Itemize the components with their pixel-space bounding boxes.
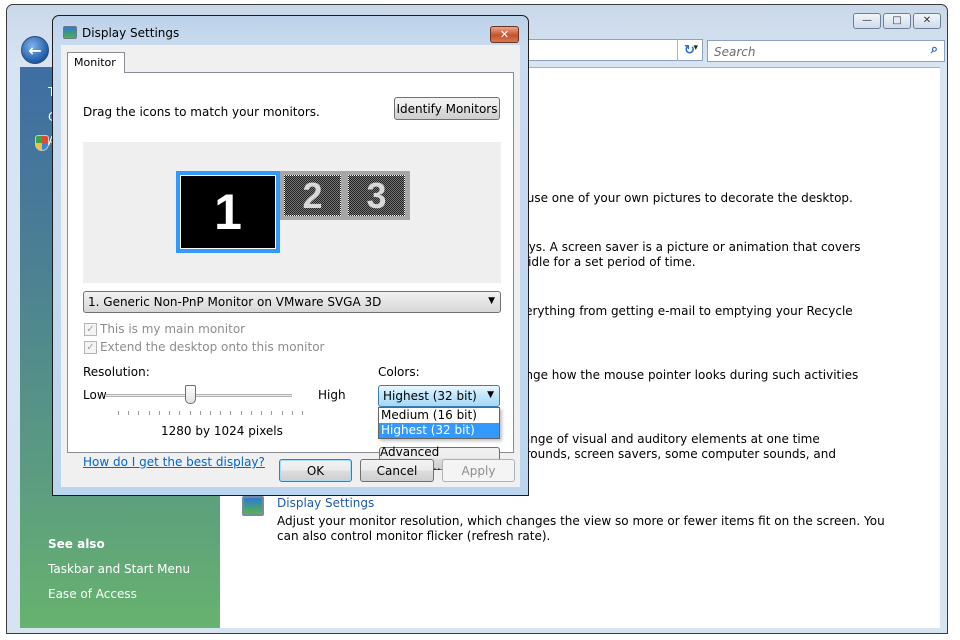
tab-monitor[interactable]: Monitor <box>67 52 125 73</box>
resolution-high-label: High <box>318 388 346 402</box>
slider-tick <box>179 411 181 415</box>
minimize-button[interactable]: — <box>853 13 881 29</box>
back-arrow-icon: ← <box>28 40 42 60</box>
display-settings-description: can also control monitor flicker (refres… <box>277 529 551 543</box>
slider-tick <box>128 411 130 415</box>
colors-option-32bit[interactable]: Highest (32 bit) <box>379 423 499 438</box>
cancel-button[interactable]: Cancel <box>360 459 434 482</box>
back-button[interactable]: ← <box>21 36 49 64</box>
slider-tick <box>230 411 232 415</box>
sidebar-link-taskbar[interactable]: Taskbar and Start Menu <box>48 562 190 576</box>
display-settings-dialog: Display Settings ✕ Monitor Drag the icon… <box>52 15 529 496</box>
slider-tick <box>271 411 273 415</box>
slider-tick <box>158 411 160 415</box>
search-input[interactable]: Search ⌕ <box>707 40 945 62</box>
maximize-button[interactable]: □ <box>883 13 911 29</box>
colors-select[interactable]: Highest (32 bit) ▼ <box>378 385 500 407</box>
monitor-select-value: 1. Generic Non-PnP Monitor on VMware SVG… <box>88 295 382 309</box>
slider-tick <box>261 411 263 415</box>
slider-tick <box>169 411 171 415</box>
resolution-slider-track[interactable] <box>106 394 292 397</box>
close-icon: ✕ <box>499 28 510 41</box>
colors-dropdown-list: Medium (16 bit) Highest (32 bit) <box>378 407 500 439</box>
ok-button[interactable]: OK <box>279 459 352 482</box>
slider-tick <box>199 411 201 415</box>
monitor-arrangement-area: 1 2 3 <box>83 142 501 283</box>
search-placeholder: Search <box>714 45 756 59</box>
monitor-tab-panel: Drag the icons to match your monitors. I… <box>67 72 514 473</box>
colors-option-16bit[interactable]: Medium (16 bit) <box>379 408 499 423</box>
slider-tick <box>291 411 293 415</box>
monitor-3-icon[interactable]: 3 <box>348 175 405 216</box>
task-description: verything from getting e-mail to emptyin… <box>518 304 853 318</box>
slider-tick <box>250 411 252 415</box>
slider-tick <box>302 411 303 415</box>
dialog-body: Monitor Drag the icons to match your mon… <box>61 45 520 487</box>
slider-tick <box>281 411 283 415</box>
slider-tick <box>220 411 222 415</box>
slider-tick <box>240 411 242 415</box>
display-settings-icon <box>63 26 77 39</box>
colors-label: Colors: <box>378 365 420 379</box>
dialog-close-button[interactable]: ✕ <box>490 26 519 43</box>
address-bar[interactable]: ▾ <box>507 39 703 61</box>
dialog-title: Display Settings <box>82 26 180 40</box>
display-settings-description: Adjust your monitor resolution, which ch… <box>277 514 885 528</box>
monitor-1-icon[interactable]: 1 <box>176 171 280 253</box>
monitor-select[interactable]: 1. Generic Non-PnP Monitor on VMware SVG… <box>83 291 501 313</box>
chevron-down-icon: ▼ <box>487 390 494 400</box>
resolution-value: 1280 by 1024 pixels <box>161 424 283 438</box>
window-caption-buttons: — □ ✕ <box>853 13 941 29</box>
see-also-heading: See also <box>48 537 105 551</box>
task-description: r use one of your own pictures to decora… <box>518 191 853 205</box>
slider-tick <box>118 411 119 415</box>
task-description: grounds, screen savers, some computer so… <box>518 447 836 461</box>
chevron-down-icon: ▼ <box>488 296 495 306</box>
sidebar-link-ease-of-access[interactable]: Ease of Access <box>48 587 137 601</box>
identify-monitors-button[interactable]: Identify Monitors <box>394 97 500 120</box>
slider-tick <box>189 411 191 415</box>
task-description: s idle for a set period of time. <box>518 255 696 269</box>
display-settings-link[interactable]: Display Settings <box>277 496 374 510</box>
slider-tick <box>148 411 150 415</box>
close-window-button[interactable]: ✕ <box>913 13 941 29</box>
extend-desktop-checkbox[interactable]: ✓ <box>84 341 97 354</box>
resolution-label: Resolution: <box>83 365 150 379</box>
task-description: range of visual and auditory elements at… <box>518 432 820 446</box>
instruction-text: Drag the icons to match your monitors. <box>83 105 320 119</box>
task-description: ange how the mouse pointer looks during … <box>518 368 859 382</box>
search-icon[interactable]: ⌕ <box>931 42 938 57</box>
resolution-slider-thumb[interactable] <box>184 385 196 404</box>
extend-desktop-label: Extend the desktop onto this monitor <box>100 340 325 354</box>
refresh-icon: ↻ <box>684 42 695 58</box>
slider-tick <box>138 411 140 415</box>
task-description: lays. A screen saver is a picture or ani… <box>518 240 861 254</box>
main-monitor-checkbox[interactable]: ✓ <box>84 323 97 336</box>
display-settings-icon <box>242 496 264 516</box>
apply-button[interactable]: Apply <box>442 459 515 482</box>
colors-select-value: Highest (32 bit) <box>383 389 477 403</box>
shield-icon <box>35 135 49 151</box>
slider-tick <box>210 411 211 415</box>
main-monitor-label: This is my main monitor <box>100 322 246 336</box>
monitor-2-icon[interactable]: 2 <box>284 175 341 216</box>
refresh-button[interactable]: ↻ <box>677 39 701 61</box>
best-display-help-link[interactable]: How do I get the best display? <box>83 455 265 469</box>
resolution-low-label: Low <box>83 388 107 402</box>
